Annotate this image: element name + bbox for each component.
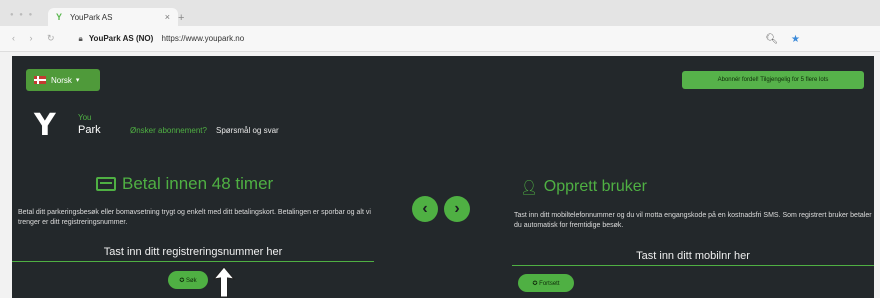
- address-bar: ‹ › ↻ 🔒︎ YouPark AS (NO) https://www.you…: [0, 26, 880, 52]
- navigation-buttons[interactable]: ‹ › ↻: [12, 33, 61, 44]
- nav-link-faq[interactable]: Spørsmål og svar: [216, 126, 279, 135]
- nav-link-subscription[interactable]: Ønsker abonnement?: [130, 126, 207, 135]
- register-title-text: Opprett bruker: [543, 178, 647, 195]
- continue-button[interactable]: ✪ Fortsett: [518, 274, 574, 292]
- zoom-icon[interactable]: 🔍︎: [766, 34, 779, 45]
- payment-card-icon: [96, 177, 116, 191]
- add-user-icon: 👤︎: [520, 178, 538, 195]
- youpark-logo[interactable]: Y You Park: [34, 108, 101, 148]
- language-selector[interactable]: Norsk ▾: [26, 69, 100, 91]
- tab-title: YouPark AS: [70, 12, 113, 22]
- logo-park-text: Park: [78, 124, 101, 136]
- page-content: Norsk ▾ Abonnér fordel! Tilgjengelig for…: [12, 56, 874, 298]
- logo-mark: Y: [34, 108, 56, 143]
- url-text: https://www.youpark.no: [161, 34, 245, 43]
- url-field[interactable]: YouPark AS (NO) https://www.youpark.no: [89, 34, 244, 43]
- norway-flag-icon: [34, 76, 46, 84]
- bookmark-star-icon[interactable]: ★: [791, 34, 800, 45]
- logo-you-text: You: [78, 113, 92, 122]
- carousel-prev-button[interactable]: ‹: [412, 196, 438, 222]
- favicon-icon: Y: [56, 11, 63, 22]
- site-identity: YouPark AS (NO): [88, 34, 154, 43]
- address-bar-icons: 🔍︎ ★: [766, 34, 800, 45]
- new-tab-button[interactable]: +: [178, 12, 184, 24]
- pay-title-text: Betal innen 48 timer: [122, 174, 274, 193]
- window-controls[interactable]: ● ● ●: [10, 12, 34, 18]
- register-section-title: 👤︎ Opprett bruker: [520, 178, 647, 196]
- close-tab-icon[interactable]: ×: [165, 12, 170, 22]
- chevron-down-icon: ▾: [75, 77, 80, 84]
- lock-icon: 🔒︎: [78, 33, 83, 43]
- mobile-number-input[interactable]: [512, 246, 874, 266]
- browser-tab[interactable]: Y YouPark AS ×: [48, 8, 178, 26]
- screenshot-frame: ● ● ● Y YouPark AS × + ‹ › ↻ 🔒︎ YouPark …: [0, 0, 880, 298]
- mouse-pointer-icon: [212, 266, 236, 298]
- language-label: Norsk: [51, 75, 72, 85]
- register-description: Tast inn ditt mobiltelefonnummer og du v…: [514, 212, 872, 229]
- search-button[interactable]: ✪ Søk: [168, 271, 208, 289]
- promo-button[interactable]: Abonnér fordel! Tilgjengelig for 5 flere…: [682, 71, 864, 89]
- browser-tab-bar: ● ● ● Y YouPark AS × +: [0, 0, 880, 26]
- pay-section-title: Betal innen 48 timer: [96, 174, 273, 194]
- pay-description: Betal ditt parkeringsbesøk eller bomavse…: [18, 209, 371, 226]
- carousel-next-button[interactable]: ›: [444, 196, 470, 222]
- registration-number-input[interactable]: [12, 242, 374, 262]
